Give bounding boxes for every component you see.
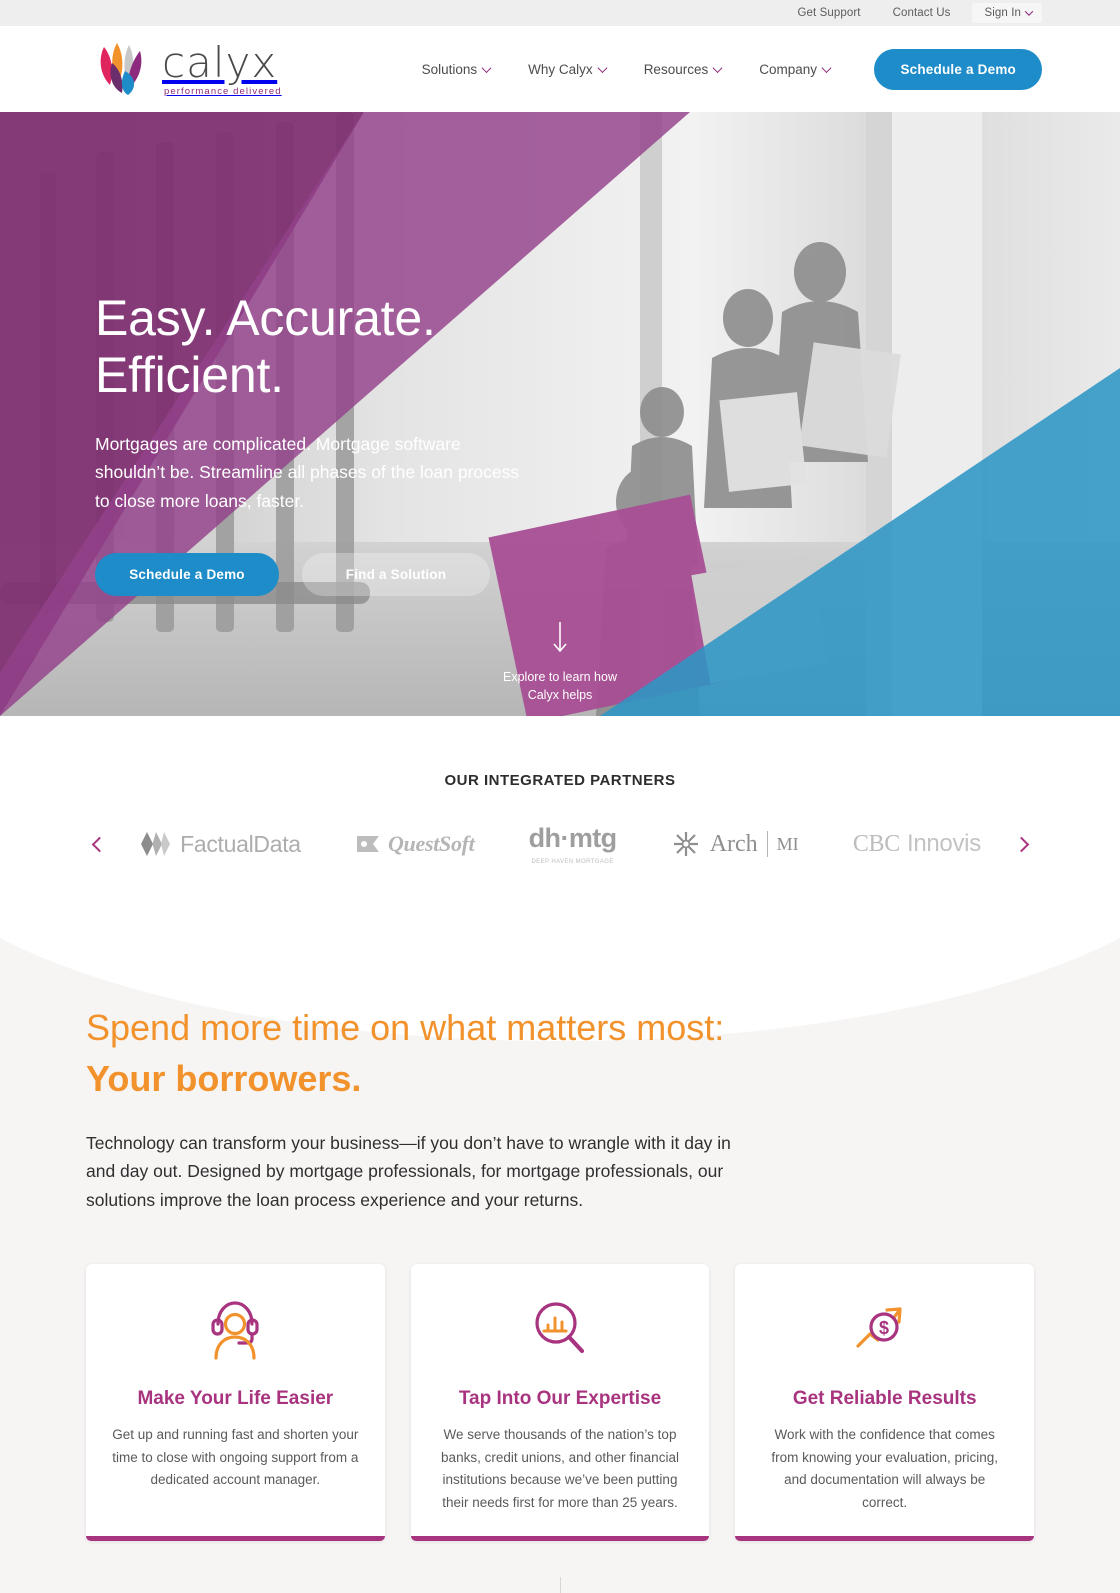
chevron-down-icon [597,62,608,73]
scroll-tick-marker [560,1576,561,1593]
brand-logo[interactable]: calyx performance delivered [92,41,282,97]
partner-abbr: MI [776,833,799,854]
partner-label: QuestSoft [387,831,475,856]
partners-title: OUR INTEGRATED PARTNERS [444,772,676,789]
feature-card-body: We serve thousands of the nation’s top b… [441,1427,679,1511]
card-accent-bar [735,1535,1035,1541]
nav-label: Solutions [421,61,478,77]
partner-logo-factualdata[interactable]: FactualData [139,831,301,858]
partners-carousel: FactualData QuestSoft dh·mtg DEEP HAVEN … [0,823,1120,865]
arrow-down-icon [553,622,567,653]
svg-text:$: $ [879,1318,889,1338]
partner-logo-archmi[interactable]: Arch MI [671,830,799,858]
value-proposition-heading: Spend more time on what matters most: Yo… [86,1005,1034,1103]
questsoft-mark-icon [356,836,379,852]
partner-sublabel: DEEP HAVEN MORTGAGE [531,859,614,865]
utility-bar: Get Support Contact Us Sign In [0,0,1120,26]
partner-label: dh·mtg [528,823,617,853]
chevron-down-icon [481,62,492,73]
feature-card-list: Make Your Life Easier Get up and running… [0,1264,1120,1541]
nav-label: Why Calyx [528,61,593,77]
chevron-down-icon [1024,7,1034,16]
partner-logo-questsoft[interactable]: QuestSoft [355,831,475,857]
utility-link-contact-us[interactable]: Contact Us [877,0,967,26]
partners-section: OUR INTEGRATED PARTNERS FactualData Ques… [0,716,1120,919]
hero-section: Easy. Accurate. Efficient. Mortgages are… [0,112,1120,716]
feature-card-title: Make Your Life Easier [137,1388,334,1410]
nav-item-resources[interactable]: Resources [643,61,723,77]
magnifier-chart-icon [531,1298,589,1360]
explore-line2: Calyx helps [527,688,593,703]
hero-headline-line1: Easy. Accurate. [95,290,436,346]
chevron-down-icon [712,62,723,73]
header-schedule-demo-button[interactable]: Schedule a Demo [874,48,1042,90]
nav-label: Resources [643,61,709,77]
feature-card-body: Work with the confidence that comes from… [771,1427,998,1511]
feature-card: Make Your Life Easier Get up and running… [86,1264,385,1541]
hero-find-solution-button[interactable]: Find a Solution [302,553,490,597]
value-proposition-paragraph: Technology can transform your business—i… [86,1132,731,1210]
feature-card-title: Get Reliable Results [792,1388,977,1410]
nav-label: Company [759,61,817,77]
utility-link-get-support[interactable]: Get Support [781,0,876,26]
partner-label: Arch [709,830,758,857]
explore-scroll-hint[interactable]: Explore to learn how Calyx helps [0,622,1120,704]
hero-headline: Easy. Accurate. Efficient. [95,290,560,404]
main-nav: Solutions Why Calyx Resources Company [421,61,832,77]
dollar-growth-icon: $ [854,1298,916,1360]
explore-line1: Explore to learn how [503,670,617,684]
value-proposition-content: Spend more time on what matters most: Yo… [0,1005,1120,1214]
card-accent-bar [86,1535,385,1541]
hero-headline-line2: Efficient. [95,347,284,403]
hero-content: Easy. Accurate. Efficient. Mortgages are… [0,112,560,597]
partner-label-part2: Innovis [906,830,981,857]
feature-card-title: Tap Into Our Expertise [458,1388,662,1410]
support-agent-icon [206,1298,264,1360]
value-proposition-section: Spend more time on what matters most: Yo… [0,919,1120,1593]
nav-item-why-calyx[interactable]: Why Calyx [528,61,608,77]
calyx-petal-icon [92,41,152,97]
page-root: Get Support Contact Us Sign In calyx per… [0,0,1120,1593]
arch-starburst-icon [673,832,698,856]
partner-label-part1: CBC [852,830,900,857]
signin-menu[interactable]: Sign In [972,3,1042,23]
partner-logo-dhmtg[interactable]: dh·mtg DEEP HAVEN MORTGAGE [529,823,617,865]
signin-label: Sign In [984,7,1021,19]
nav-item-solutions[interactable]: Solutions [421,61,492,77]
hero-schedule-demo-button[interactable]: Schedule a Demo [95,553,279,597]
partner-logo-cbcinnovis[interactable]: CBC Innovis [853,830,981,858]
carousel-next-arrow-icon[interactable] [1008,831,1034,857]
brand-wordmark: calyx [162,37,278,87]
hero-cta-group: Schedule a Demo Find a Solution [95,553,560,597]
partner-logo-list: FactualData QuestSoft dh·mtg DEEP HAVEN … [112,823,1008,865]
nav-item-company[interactable]: Company [759,61,832,77]
factualdata-mark-icon [141,832,171,856]
site-header: calyx performance delivered Solutions Wh… [0,26,1120,112]
hero-paragraph: Mortgages are complicated. Mortgage soft… [95,434,520,511]
partner-divider [766,831,768,857]
feature-card: Tap Into Our Expertise We serve thousand… [410,1264,710,1541]
heading-line1: Spend more time on what matters most: [86,1007,725,1048]
feature-card-body: Get up and running fast and shorten your… [112,1427,359,1488]
card-accent-bar [410,1535,710,1541]
feature-card: $ Get Reliable Results Work with the con… [735,1264,1035,1541]
section-bottom-space [0,1540,1120,1593]
chevron-down-icon [821,62,832,73]
partner-label: FactualData [180,830,301,857]
carousel-prev-arrow-icon[interactable] [86,831,112,857]
brand-tagline: performance delivered [164,85,282,97]
heading-line2: Your borrowers. [86,1057,362,1099]
